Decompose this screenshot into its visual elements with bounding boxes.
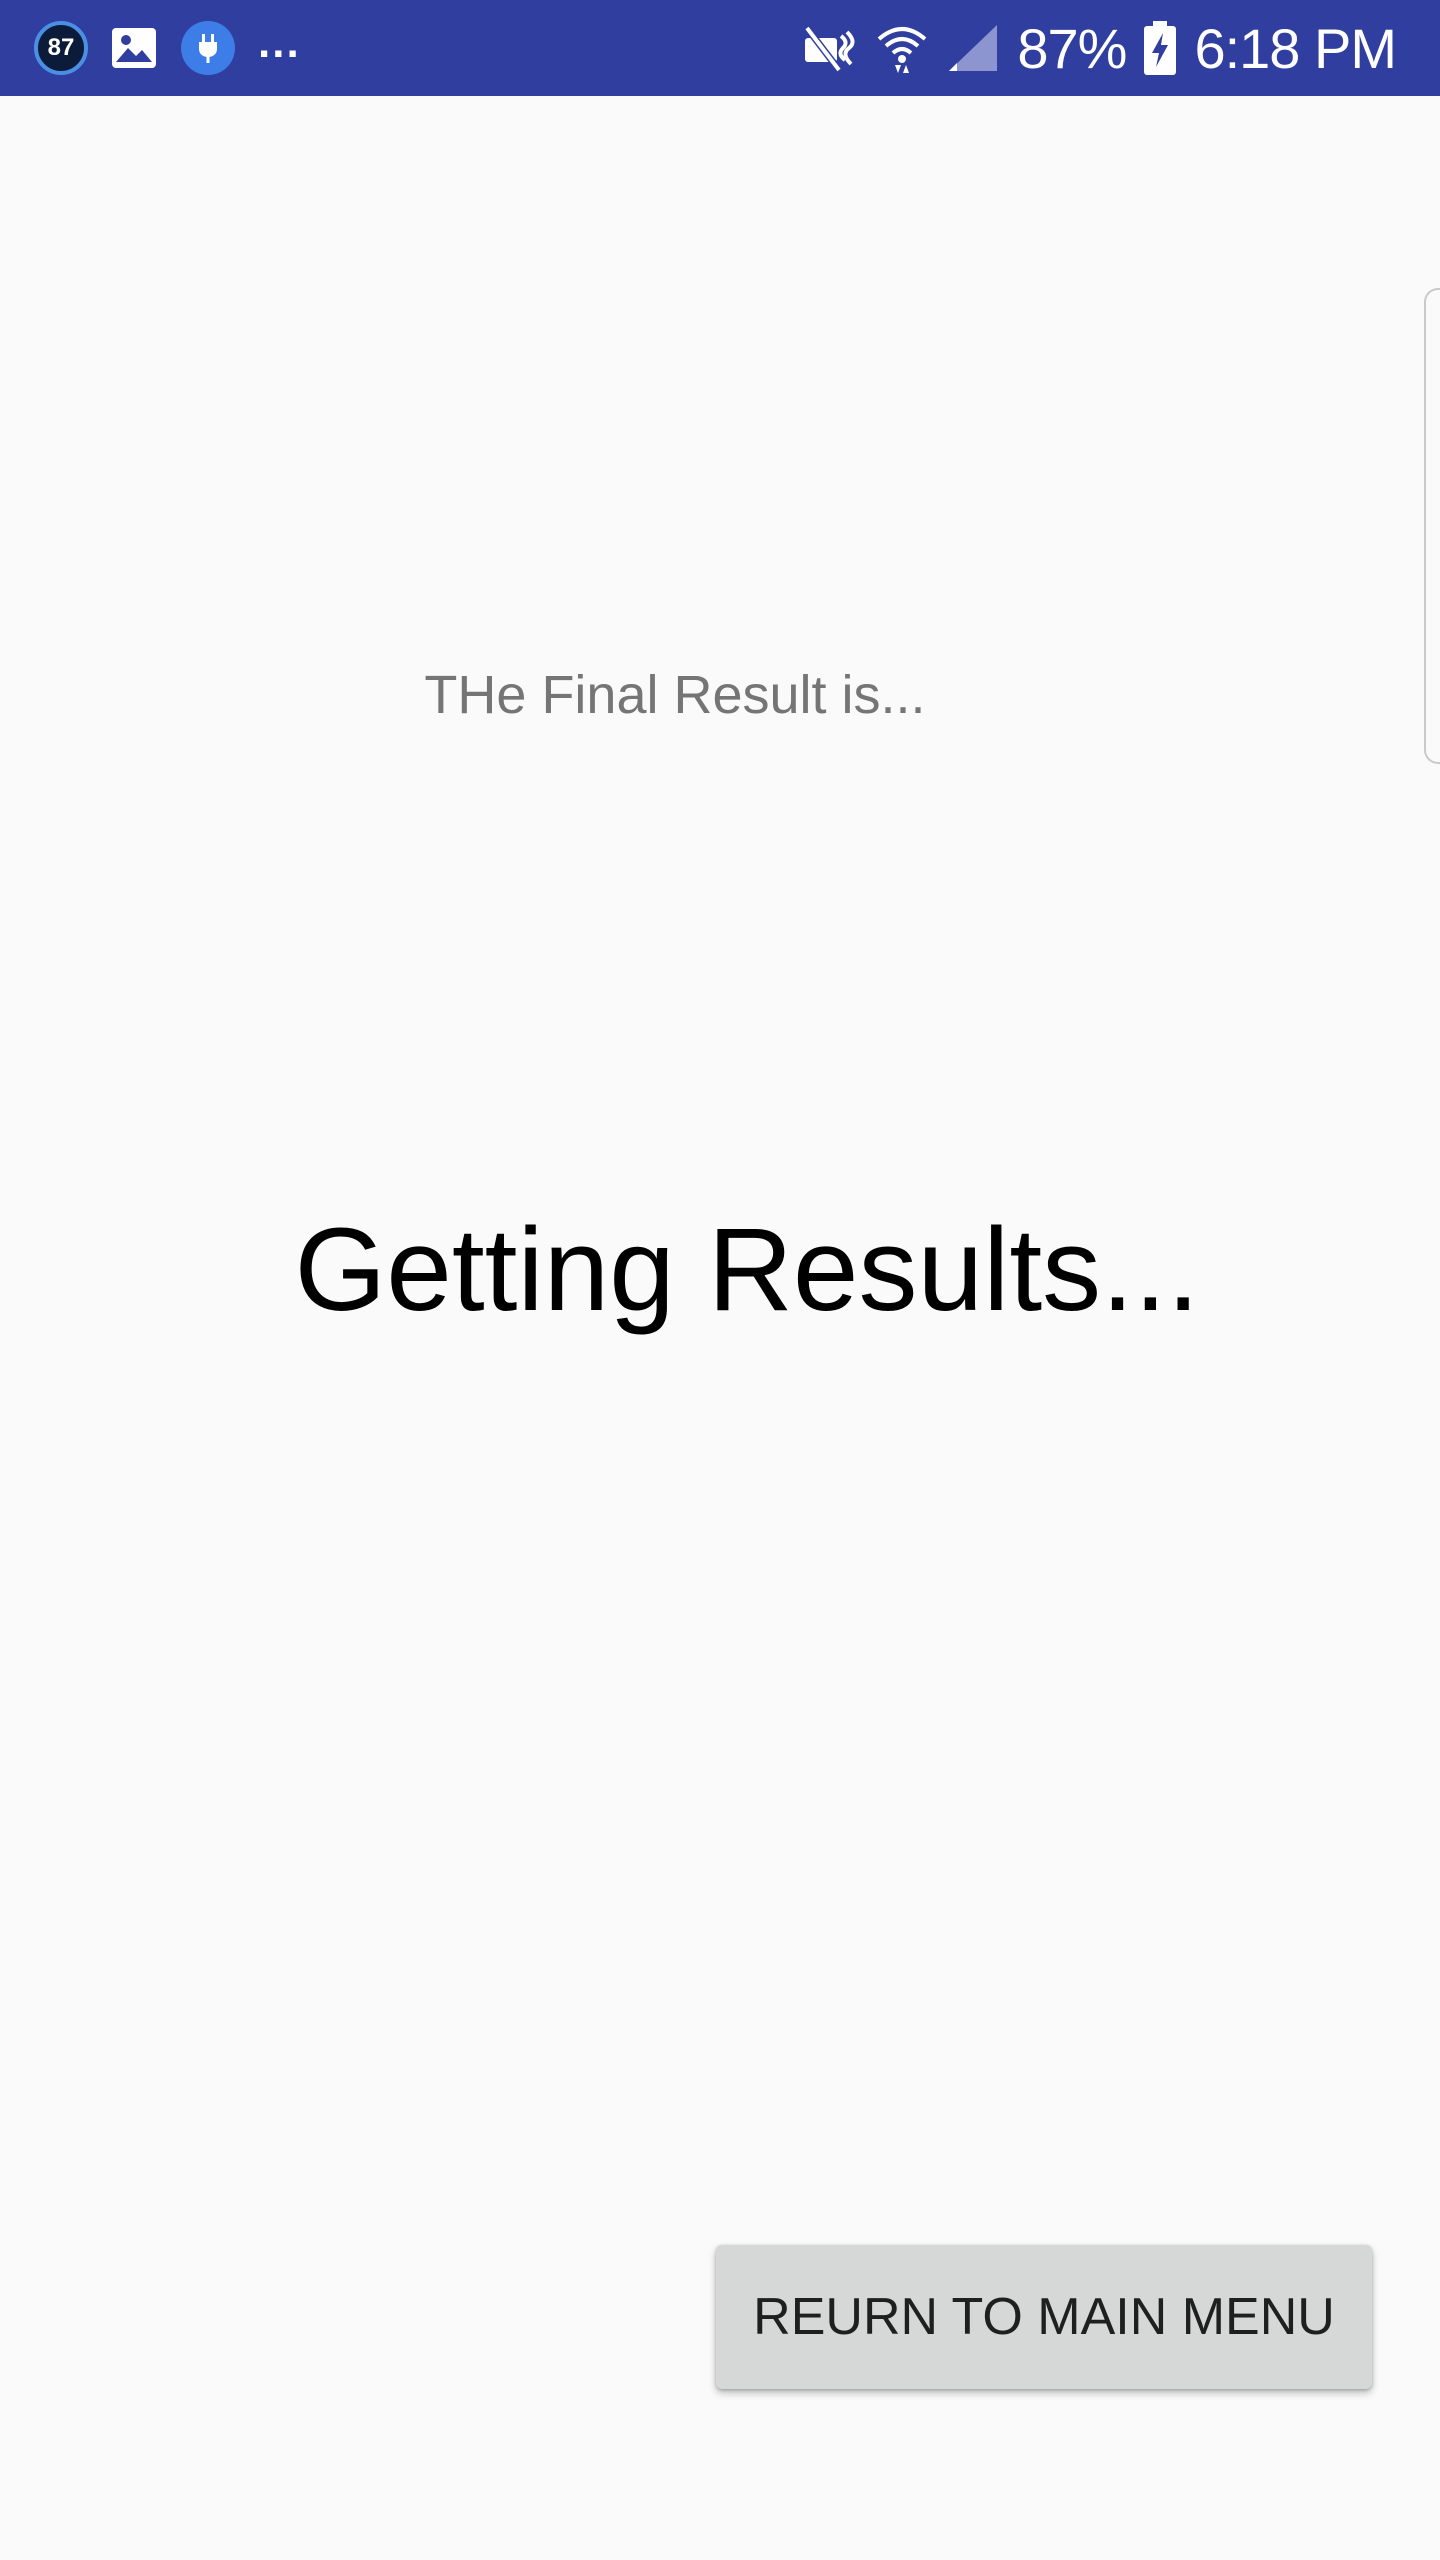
battery-percent: 87% — [1017, 16, 1127, 80]
more-notifications-indicator: ... — [258, 18, 301, 67]
battery-charging-icon — [1144, 21, 1177, 75]
system-icons: 87% 6:18 PM — [799, 0, 1397, 96]
gallery-icon — [110, 26, 158, 70]
clock: 6:18 PM — [1194, 16, 1397, 80]
plug-icon — [180, 20, 236, 76]
wifi-icon — [875, 21, 929, 75]
final-result-label: THe Final Result is... — [424, 665, 926, 725]
edge-panel-handle[interactable] — [1424, 288, 1440, 764]
status-bar: 87 ... 87% 6:18 PM — [0, 0, 1440, 96]
mute-icon — [799, 22, 857, 74]
notification-badge: 87 — [34, 21, 88, 75]
return-to-main-menu-button[interactable]: REURN TO MAIN MENU — [716, 2245, 1372, 2389]
notification-area: 87 ... — [34, 0, 301, 96]
signal-icon — [947, 23, 999, 73]
results-heading: Getting Results... — [294, 1204, 1200, 1336]
